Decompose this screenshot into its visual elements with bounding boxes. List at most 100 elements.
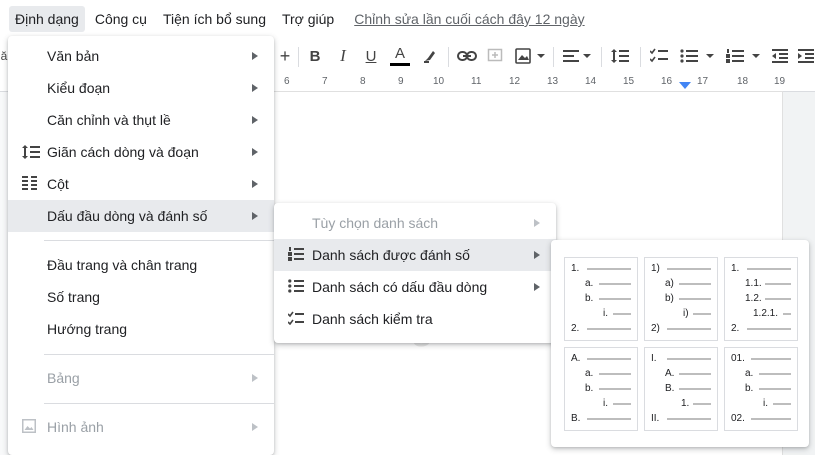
menu-item-label: Hình ảnh (47, 419, 104, 435)
ruler-number: 15 (623, 76, 635, 87)
menu-item-bullets-numbering[interactable]: Dấu đầu dòng và đánh số (8, 200, 274, 232)
preset-marker: i. (603, 398, 608, 409)
submenu-arrow-icon (252, 423, 258, 431)
ruler-number: 8 (360, 76, 366, 87)
right-indent-marker[interactable] (679, 82, 691, 89)
line-spacing-icon (22, 144, 40, 160)
menu-item-label: Bảng (47, 370, 80, 386)
menu-item-label: Căn chỉnh và thụt lề (47, 112, 171, 128)
preset-marker: b. (745, 383, 754, 394)
ruler-number: 11 (471, 76, 482, 87)
submenu-arrow-icon (534, 283, 540, 291)
preset-marker: a. (745, 368, 754, 379)
insert-image-icon[interactable] (513, 38, 547, 74)
line-spacing-icon[interactable] (609, 38, 631, 74)
numbered-preset-3[interactable]: 1. 1.1. 1.2. 1.2.1. 2. (724, 257, 798, 341)
menu-item-headers-footers[interactable]: Đầu trang và chân trang (8, 249, 274, 281)
link-icon[interactable] (456, 38, 478, 74)
menu-item-list-options: Tùy chọn danh sách (274, 207, 556, 239)
numbered-preset-2[interactable]: 1) a) b) i) 2) (644, 257, 718, 341)
numbered-list-presets: 1. a. b. i. 2. 1) a) b) i) 2) 1. 1.1. 1.… (551, 240, 809, 447)
toolbar-separator (448, 47, 449, 67)
menu-item-align-indent[interactable]: Căn chỉnh và thụt lề (8, 104, 274, 136)
submenu-arrow-icon (252, 148, 258, 156)
text-color-letter: A (394, 44, 405, 62)
preset-marker: II. (651, 413, 660, 424)
preset-marker: 1) (651, 263, 660, 274)
menu-item-label: Dấu đầu dòng và đánh số (47, 208, 208, 224)
bold-button[interactable]: B (306, 38, 324, 74)
numbered-preset-1[interactable]: 1. a. b. i. 2. (564, 257, 638, 341)
preset-marker: i. (763, 398, 768, 409)
menu-item-paragraph-styles[interactable]: Kiểu đoạn (8, 72, 274, 104)
menu-item-label: Kiểu đoạn (47, 80, 111, 96)
preset-marker: 1.2. (745, 293, 762, 304)
menu-item-columns[interactable]: Cột (8, 168, 274, 200)
preset-marker: b. (585, 383, 594, 394)
menu-bar: Định dạng Công cụ Tiện ích bổ sung Trợ g… (0, 0, 815, 38)
menu-format[interactable]: Định dạng (9, 6, 85, 32)
numbered-preset-6[interactable]: 01. a. b. i. 02. (724, 347, 798, 431)
menu-item-text[interactable]: Văn bản (8, 40, 274, 72)
menu-item-label: Văn bản (47, 48, 100, 64)
menu-item-label: Danh sách kiểm tra (312, 311, 433, 327)
numbered-preset-4[interactable]: A. a. b. i. B. (564, 347, 638, 431)
preset-marker: a. (585, 278, 594, 289)
menu-item-label: Số trang (47, 289, 100, 305)
increase-indent-icon[interactable] (796, 38, 815, 74)
submenu-arrow-icon (252, 52, 258, 60)
menu-item-page-orientation[interactable]: Hướng trang (8, 313, 274, 345)
menu-item-page-numbers[interactable]: Số trang (8, 281, 274, 313)
preset-marker: 02. (731, 413, 745, 424)
bulleted-list-icon[interactable] (678, 38, 718, 74)
menu-item-line-spacing[interactable]: Giãn cách dòng và đoạn (8, 136, 274, 168)
checklist-icon[interactable] (648, 38, 670, 74)
menu-addons[interactable]: Tiện ích bổ sung (157, 6, 272, 32)
decrease-indent-icon[interactable] (770, 38, 790, 74)
ruler-number: 13 (547, 76, 559, 87)
bulleted-list-icon (288, 279, 304, 295)
submenu-arrow-icon (252, 212, 258, 220)
preset-marker: i) (683, 308, 689, 319)
preset-marker: 1. (681, 398, 690, 409)
numbered-list-icon[interactable] (724, 38, 764, 74)
menu-tools[interactable]: Công cụ (89, 6, 153, 32)
format-menu: Văn bản Kiểu đoạn Căn chỉnh và thụt lề G… (8, 36, 274, 455)
ruler-number: 19 (774, 76, 786, 87)
comment-icon[interactable] (485, 38, 505, 74)
toolbar-separator (298, 47, 299, 67)
checklist-icon (287, 311, 304, 327)
menu-divider (44, 354, 274, 355)
numbered-preset-5[interactable]: I. A. B. 1. II. (644, 347, 718, 431)
text-color-button[interactable]: A (389, 38, 411, 74)
ruler-number: 14 (585, 76, 597, 87)
numbered-list-icon (288, 247, 304, 263)
align-icon[interactable] (562, 38, 594, 74)
menu-divider (44, 403, 274, 404)
preset-marker: A. (665, 368, 675, 379)
last-edit-link[interactable]: Chỉnh sửa lần cuối cách đây 12 ngày (354, 11, 584, 27)
menu-item-label: Giãn cách dòng và đoạn (47, 144, 199, 160)
submenu-arrow-icon (252, 180, 258, 188)
submenu-arrow-icon (252, 116, 258, 124)
preset-marker: B. (571, 413, 581, 424)
submenu-arrow-icon (252, 374, 258, 382)
bullets-numbering-menu: Tùy chọn danh sách Danh sách được đánh s… (274, 203, 556, 343)
menu-item-bulleted-list[interactable]: Danh sách có dấu đầu dòng (274, 271, 556, 303)
preset-marker: a. (585, 368, 594, 379)
font-size-increase-button[interactable]: + (276, 38, 294, 74)
menu-item-table: Bảng (8, 362, 274, 394)
preset-marker: I. (651, 353, 657, 364)
menu-item-checklist[interactable]: Danh sách kiểm tra (274, 303, 556, 335)
highlight-icon[interactable] (420, 38, 440, 74)
preset-marker: 2. (731, 323, 740, 334)
preset-marker: 2) (651, 323, 660, 334)
menu-help[interactable]: Trợ giúp (276, 6, 340, 32)
preset-marker: A. (571, 353, 581, 364)
menu-item-numbered-list[interactable]: Danh sách được đánh số (274, 239, 556, 271)
columns-icon (22, 176, 38, 192)
italic-button[interactable]: I (334, 38, 352, 74)
underline-button[interactable]: U (362, 38, 380, 74)
ruler-number: 12 (509, 76, 521, 87)
preset-marker: B. (665, 383, 675, 394)
